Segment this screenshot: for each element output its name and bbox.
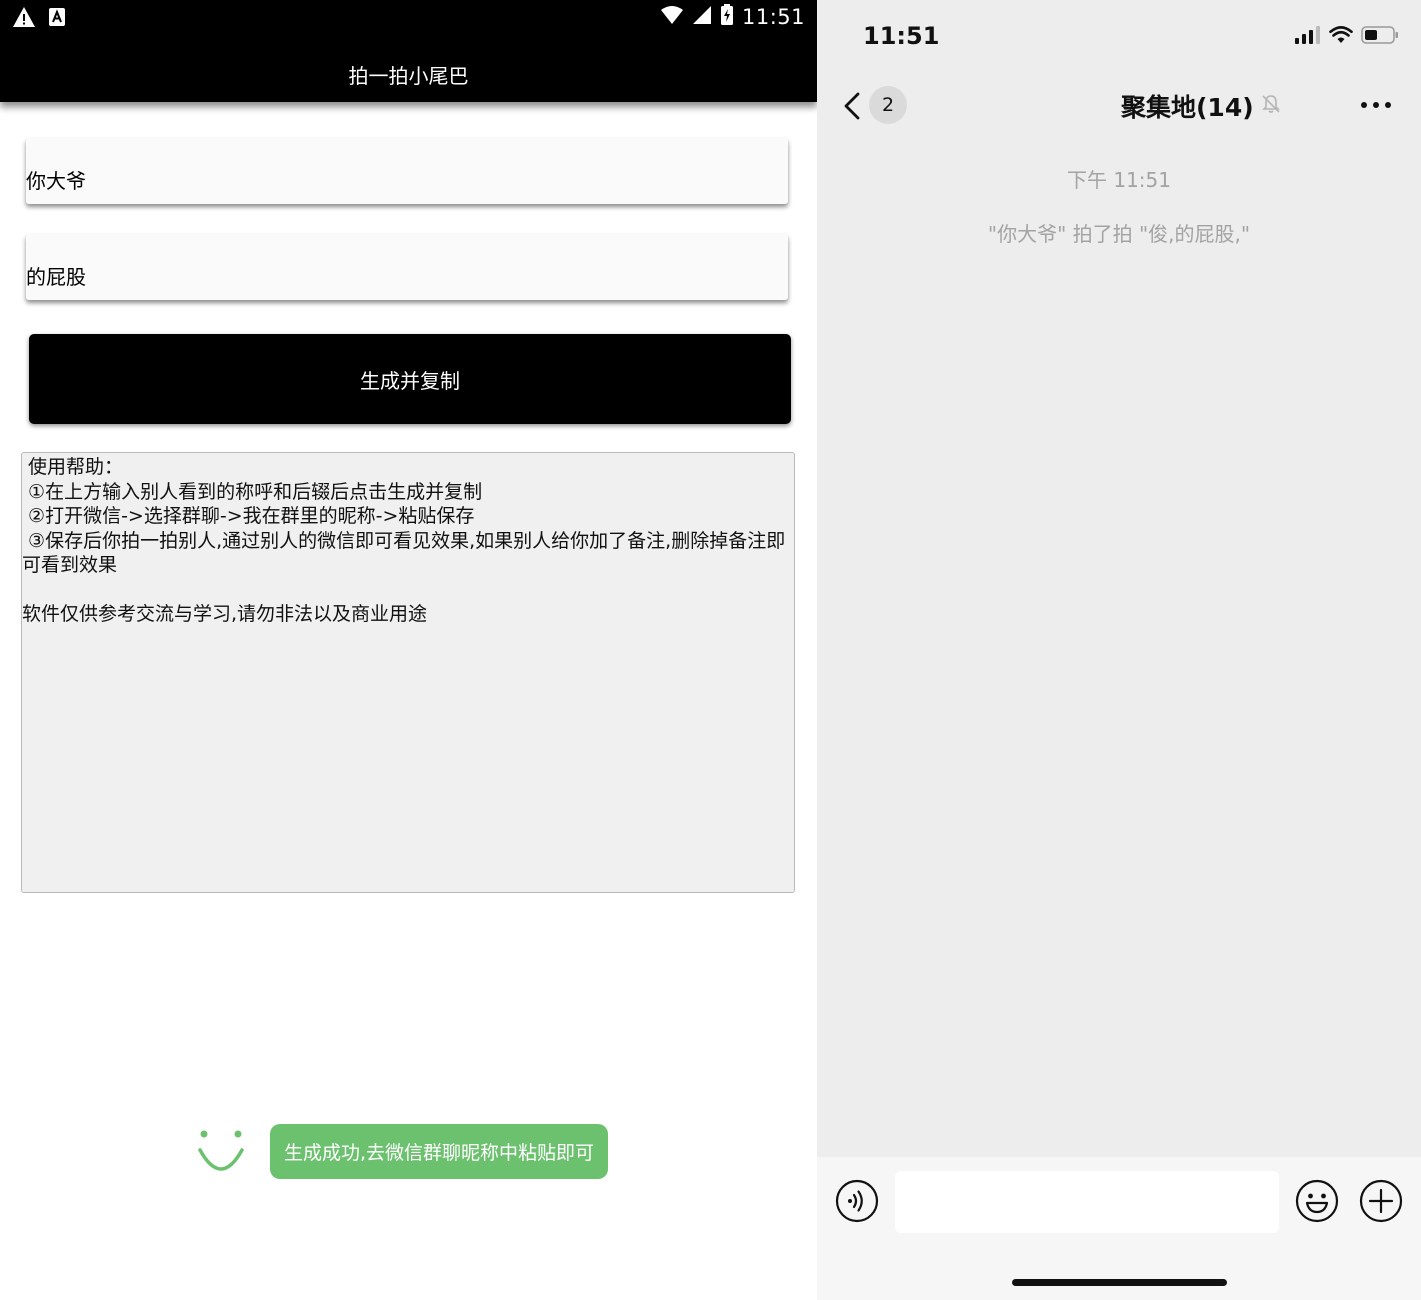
help-step-1: ①在上方输入别人看到的称呼和后辍后点击生成并复制 (22, 480, 483, 503)
help-heading: 使用帮助： (22, 456, 124, 478)
help-step-3: ③保存后你拍一拍别人,通过别人的微信即可看见效果,如果别人给你加了备注,删除掉备… (22, 529, 786, 577)
help-spacer (22, 578, 794, 602)
android-status-time: 11:51 (741, 5, 805, 29)
signal-icon (1295, 26, 1321, 48)
toast-message: 生成成功,去微信群聊昵称中粘贴即可 (270, 1124, 609, 1179)
help-textarea[interactable]: 使用帮助： ①在上方输入别人看到的称呼和后辍后点击生成并复制 ②打开微信->选择… (21, 452, 795, 893)
message-input[interactable] (895, 1171, 1279, 1233)
suffix-input-card (26, 234, 788, 300)
mute-bell-icon (1260, 93, 1282, 119)
back-chevron-icon[interactable] (843, 92, 861, 124)
chat-nav-bar: 2 聚集地(14) (817, 80, 1421, 132)
chat-title-group: 聚集地(14) (1121, 88, 1282, 124)
name-input-card (26, 138, 788, 204)
wechat-chat-screen: 11:51 2 聚集地(14) 下午 11:51 "你大爷" 拍了拍 "俊,的屁… (817, 0, 1421, 1300)
help-step-2: ②打开微信->选择群聊->我在群里的昵称->粘贴保存 (22, 505, 475, 527)
android-app-screen: 11:51 拍一拍小尾巴 生成并复制 使用帮助： ①在上方输入别人看到的称呼和后… (0, 0, 817, 1300)
app-bar: 拍一拍小尾巴 (0, 36, 817, 102)
more-options-icon[interactable] (1361, 102, 1391, 108)
pat-system-message: "你大爷" 拍了拍 "俊,的屁股," (987, 222, 1251, 246)
battery-charging-icon (720, 4, 734, 30)
ios-status-icons (1295, 26, 1399, 48)
chat-input-bar (817, 1157, 1421, 1300)
ios-status-time: 11:51 (863, 22, 940, 50)
voice-icon[interactable] (835, 1179, 879, 1227)
android-status-bar: 11:51 (0, 0, 817, 36)
generate-copy-button[interactable]: 生成并复制 (29, 334, 791, 424)
wifi-icon (660, 5, 684, 29)
warning-icon (12, 6, 36, 32)
wifi-icon (1329, 26, 1353, 48)
battery-icon (1361, 26, 1399, 48)
unread-count-badge[interactable]: 2 (869, 86, 907, 124)
signal-icon (692, 5, 712, 29)
smile-icon (196, 1128, 246, 1176)
page-title: 拍一拍小尾巴 (348, 64, 469, 88)
plus-icon[interactable] (1359, 1179, 1403, 1227)
chat-title: 聚集地(14) (1121, 93, 1254, 122)
success-toast: 生成成功,去微信群聊昵称中粘贴即可 (196, 1124, 609, 1179)
home-indicator[interactable] (1012, 1279, 1227, 1286)
emoji-icon[interactable] (1295, 1179, 1339, 1227)
name-input[interactable] (26, 138, 788, 204)
message-timestamp: 下午 11:51 (1067, 168, 1171, 192)
suffix-input[interactable] (26, 234, 788, 300)
notification-a-icon (48, 7, 66, 31)
help-disclaimer: 软件仅供参考交流与学习,请勿非法以及商业用途 (22, 602, 428, 625)
